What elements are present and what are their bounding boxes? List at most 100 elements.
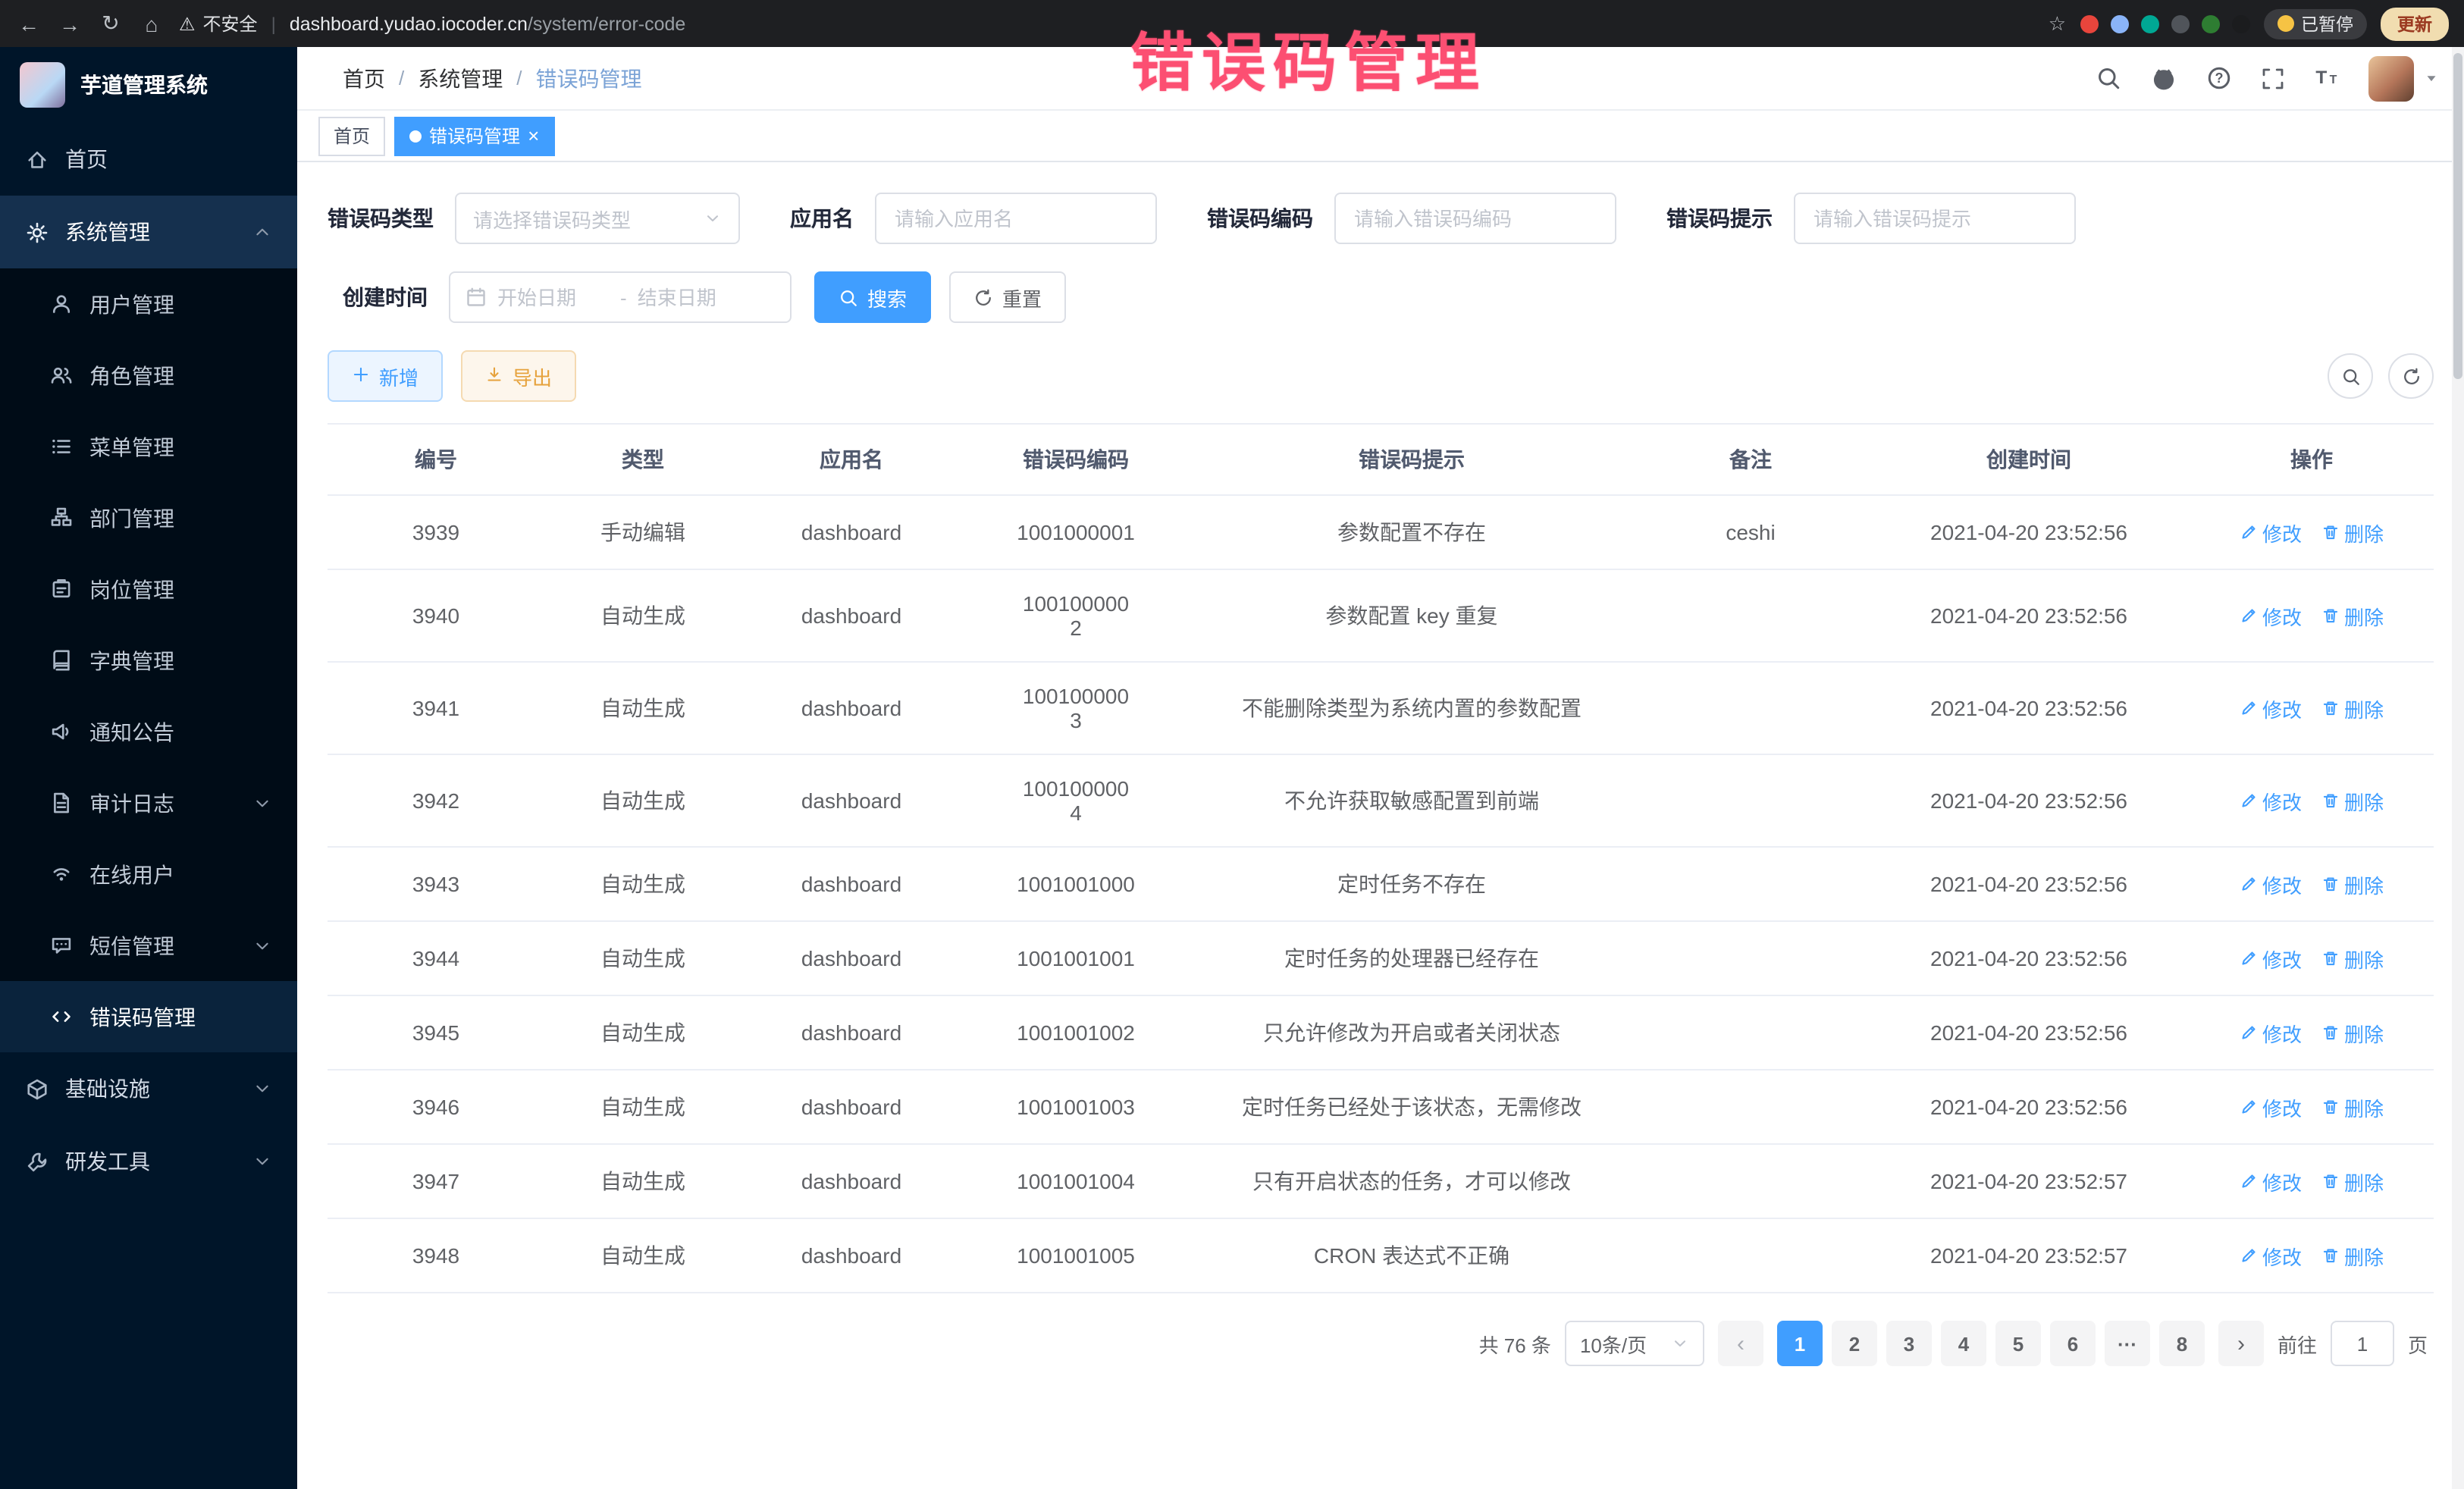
edit-link[interactable]: 修改 (2240, 1092, 2302, 1121)
page-button[interactable]: 5 (1995, 1321, 2041, 1366)
sidebar-item-label: 首页 (65, 144, 271, 174)
paused-badge[interactable]: 已暂停 (2263, 8, 2367, 39)
delete-link[interactable]: 删除 (2321, 518, 2384, 547)
search-button[interactable]: 搜索 (814, 271, 931, 323)
prev-page-button[interactable]: ‹ (1718, 1321, 1763, 1366)
date-range-picker[interactable]: - (449, 271, 792, 323)
edit-link[interactable]: 修改 (2240, 944, 2302, 973)
page-button[interactable]: 2 (1832, 1321, 1877, 1366)
sidebar-item-label: 短信管理 (89, 930, 237, 961)
breadcrumb-system[interactable]: 系统管理 (418, 63, 503, 93)
cell-app: dashboard (741, 847, 961, 921)
edit-link[interactable]: 修改 (2240, 694, 2302, 723)
extension-icon[interactable] (2140, 14, 2158, 33)
delete-link[interactable]: 删除 (2321, 1092, 2384, 1121)
sidebar-item[interactable]: 角色管理 (0, 340, 297, 411)
edit-link[interactable]: 修改 (2240, 870, 2302, 898)
sidebar-item[interactable]: 审计日志 (0, 767, 297, 839)
sidebar-item[interactable]: 用户管理 (0, 268, 297, 340)
forward-icon[interactable]: → (56, 11, 83, 36)
delete-link[interactable]: 删除 (2321, 944, 2384, 973)
delete-link[interactable]: 删除 (2321, 1018, 2384, 1047)
sidebar-item-label: 审计日志 (89, 788, 237, 818)
sidebar-item-label: 在线用户 (89, 859, 271, 889)
sidebar-item[interactable]: 在线用户 (0, 839, 297, 910)
extension-icon[interactable] (2231, 14, 2249, 33)
error-type-select[interactable]: 请选择错误码类型 (455, 193, 740, 244)
page-button[interactable]: 1 (1777, 1321, 1823, 1366)
tab-active[interactable]: 错误码管理× (394, 116, 554, 155)
delete-link[interactable]: 删除 (2321, 786, 2384, 815)
sidebar-item[interactable]: 字典管理 (0, 625, 297, 696)
fullscreen-icon[interactable] (2261, 66, 2285, 90)
reset-button[interactable]: 重置 (949, 271, 1066, 323)
address-bar[interactable]: dashboard.yudao.iocoder.cn /system/error… (290, 13, 686, 34)
extension-icon[interactable] (2080, 14, 2098, 33)
date-separator: - (620, 286, 627, 309)
export-button[interactable]: 导出 (461, 350, 576, 402)
table-row: 3945自动生成dashboard1001001002只允许修改为开启或者关闭状… (328, 995, 2434, 1070)
svg-text:?: ? (2215, 71, 2223, 86)
add-button[interactable]: 新增 (328, 350, 443, 402)
scrollbar-thumb[interactable] (2453, 53, 2462, 379)
refresh-icon (2401, 366, 2421, 386)
reload-icon[interactable]: ↻ (97, 11, 124, 36)
page-button[interactable]: 3 (1886, 1321, 1932, 1366)
end-date-input[interactable] (638, 286, 750, 309)
breadcrumb-home[interactable]: 首页 (343, 63, 385, 93)
page-size-select[interactable]: 10条/页 (1565, 1321, 1704, 1366)
sidebar-item[interactable]: 系统管理 (0, 196, 297, 268)
extension-icon[interactable] (2171, 14, 2189, 33)
edit-link[interactable]: 修改 (2240, 1167, 2302, 1196)
app-name-input[interactable] (875, 193, 1157, 244)
cell-id: 3948 (328, 1218, 544, 1293)
sidebar-item[interactable]: 错误码管理 (0, 981, 297, 1052)
sidebar-item[interactable]: 短信管理 (0, 910, 297, 981)
goto-page-input[interactable] (2331, 1321, 2394, 1366)
start-date-input[interactable] (497, 286, 610, 309)
user-menu[interactable] (2368, 55, 2440, 101)
sidebar-item[interactable]: 首页 (0, 123, 297, 196)
extension-icon[interactable] (2110, 14, 2128, 33)
app-logo[interactable]: 芋道管理系统 (0, 47, 297, 123)
page-button[interactable]: 4 (1941, 1321, 1986, 1366)
page-button[interactable]: 8 (2159, 1321, 2205, 1366)
edit-link[interactable]: 修改 (2240, 518, 2302, 547)
edit-link[interactable]: 修改 (2240, 601, 2302, 630)
tab-item[interactable]: 首页 (318, 116, 385, 155)
delete-link[interactable]: 删除 (2321, 601, 2384, 630)
page-button[interactable]: 6 (2050, 1321, 2096, 1366)
sidebar-item[interactable]: 基础设施 (0, 1052, 297, 1125)
cell-id: 3940 (328, 569, 544, 662)
extension-icon[interactable] (2201, 14, 2219, 33)
search-icon[interactable] (2096, 65, 2121, 91)
error-code-input[interactable] (1334, 193, 1616, 244)
github-icon[interactable] (2150, 64, 2177, 92)
page-ellipsis[interactable]: ··· (2105, 1321, 2150, 1366)
sidebar-item[interactable]: 部门管理 (0, 482, 297, 553)
bookmark-star-icon[interactable]: ☆ (2049, 11, 2066, 36)
delete-link[interactable]: 删除 (2321, 1241, 2384, 1270)
sidebar-item[interactable]: 研发工具 (0, 1125, 297, 1198)
show-search-button[interactable] (2328, 353, 2373, 399)
edit-link[interactable]: 修改 (2240, 1018, 2302, 1047)
id-badge-icon (50, 578, 73, 600)
edit-link[interactable]: 修改 (2240, 1241, 2302, 1270)
delete-link[interactable]: 删除 (2321, 870, 2384, 898)
delete-link[interactable]: 删除 (2321, 1167, 2384, 1196)
sidebar-item[interactable]: 岗位管理 (0, 553, 297, 625)
next-page-button[interactable]: › (2218, 1321, 2264, 1366)
font-size-icon[interactable]: TT (2314, 65, 2340, 91)
security-chip[interactable]: ⚠ 不安全 (179, 11, 258, 36)
update-button[interactable]: 更新 (2381, 7, 2449, 40)
delete-link[interactable]: 删除 (2321, 694, 2384, 723)
help-icon[interactable]: ? (2206, 65, 2232, 91)
sidebar-item[interactable]: 通知公告 (0, 696, 297, 767)
sidebar-item[interactable]: 菜单管理 (0, 411, 297, 482)
back-icon[interactable]: ← (15, 11, 42, 36)
edit-link[interactable]: 修改 (2240, 786, 2302, 815)
error-hint-input[interactable] (1794, 193, 2076, 244)
refresh-table-button[interactable] (2388, 353, 2434, 399)
home-icon[interactable]: ⌂ (138, 11, 165, 36)
tab-close-icon[interactable]: × (528, 126, 539, 146)
